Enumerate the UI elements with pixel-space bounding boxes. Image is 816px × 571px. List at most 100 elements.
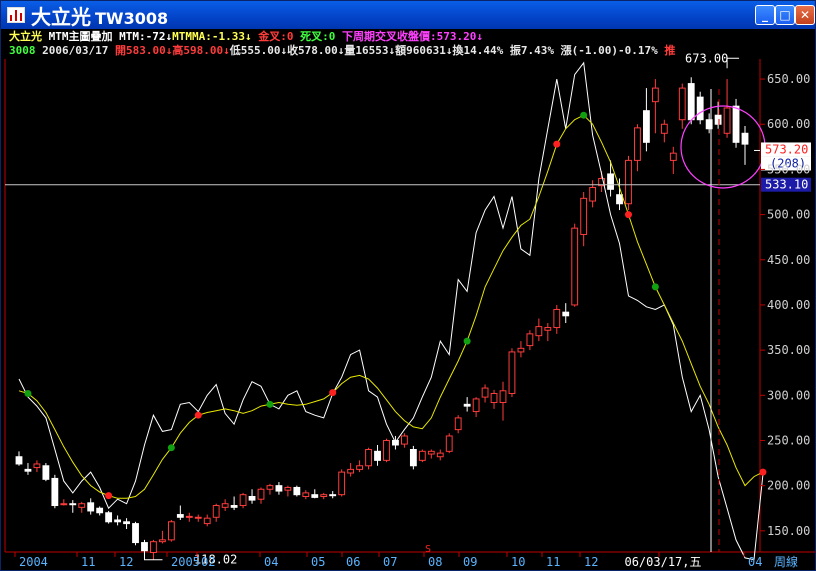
candle-body	[651, 87, 659, 103]
high-annotation-label: 673.00	[685, 51, 728, 65]
candle-body	[481, 387, 489, 398]
candle-body	[212, 505, 220, 518]
candle-body	[239, 494, 247, 507]
candle-body	[194, 516, 202, 519]
highlight-circle	[680, 105, 766, 189]
death-cross-marker	[553, 140, 561, 148]
candle-body	[723, 107, 731, 134]
candle-body	[544, 327, 552, 331]
x-tick-label: 2005	[171, 555, 200, 569]
candle-body	[150, 541, 157, 554]
candle-body	[714, 114, 722, 125]
candle-body	[24, 468, 32, 472]
candle-body	[696, 96, 704, 121]
candle-body	[105, 512, 113, 523]
candle-body	[374, 450, 381, 461]
death-cross-marker	[624, 211, 632, 219]
candle-body	[607, 173, 614, 190]
golden-cross-marker	[266, 400, 274, 408]
candle-body	[580, 197, 588, 235]
candle-body	[248, 495, 256, 501]
candle-body	[427, 450, 435, 455]
y-tick-label: 450.00	[767, 253, 810, 267]
candle-body	[400, 435, 408, 445]
candlestick-chart[interactable]: 573.20(208)533.10673.00118.02S 650.00600…	[1, 1, 815, 570]
golden-cross-marker	[463, 337, 471, 345]
candle-body	[338, 471, 346, 496]
golden-cross-marker	[167, 444, 175, 452]
y-tick-label: 500.00	[767, 208, 810, 222]
candle-body	[454, 417, 462, 431]
candle-body	[78, 503, 86, 508]
candle-body	[490, 392, 498, 404]
x-tick-label: 06/03/17,五	[624, 555, 701, 569]
candle-body	[158, 539, 166, 543]
event-marker: S	[425, 544, 431, 555]
x-tick-label: 05	[311, 555, 325, 569]
x-tick-label: 12	[119, 555, 133, 569]
x-tick-label: 10	[511, 555, 525, 569]
golden-cross-marker	[651, 283, 659, 291]
y-tick-label: 550.00	[767, 162, 810, 176]
candle-body	[266, 485, 274, 490]
candle-body	[221, 503, 229, 508]
candle-body	[347, 468, 355, 474]
period-label: 周線	[774, 554, 798, 569]
candle-body	[132, 523, 139, 544]
x-tick-label: 06	[346, 555, 360, 569]
candle-body	[409, 449, 417, 467]
candle-body	[616, 194, 623, 205]
candle-body	[499, 390, 507, 404]
candle-body	[230, 505, 238, 508]
y-tick-label: 200.00	[767, 479, 810, 493]
y-tick-label: 350.00	[767, 343, 810, 357]
candle-body	[176, 514, 184, 518]
candle-body	[535, 326, 543, 337]
x-tick-label: 04	[264, 555, 278, 569]
candle-body	[293, 486, 301, 496]
candle-body	[445, 435, 453, 452]
candle-body	[383, 439, 390, 461]
candle-body	[141, 542, 148, 552]
candle-body	[311, 494, 319, 498]
x-tick-label: 11	[546, 555, 560, 569]
candle-body	[284, 486, 292, 491]
candle-body	[562, 311, 570, 317]
candle-body	[167, 521, 175, 541]
death-cross-marker	[105, 492, 113, 500]
candle-body	[732, 105, 740, 143]
death-cross-marker	[329, 389, 337, 397]
candle-body	[33, 463, 41, 469]
candle-body	[329, 494, 337, 497]
price-marker-label: 573.20	[765, 142, 808, 156]
candle-body	[302, 492, 310, 497]
candle-body	[365, 449, 372, 467]
candle-body	[114, 519, 122, 523]
candle-body	[517, 347, 525, 353]
y-tick-label: 600.00	[767, 117, 810, 131]
y-tick-label: 150.00	[767, 524, 810, 538]
candle-body	[463, 403, 471, 407]
x-tick-label: 07	[383, 555, 397, 569]
x-tick-label: 02	[201, 555, 215, 569]
x-tick-label: 11	[81, 555, 95, 569]
candle-body	[275, 485, 283, 492]
x-tick-label: 08	[428, 555, 442, 569]
candle-body	[589, 186, 597, 202]
candle-body	[526, 333, 534, 347]
x-tick-label: 12	[584, 555, 598, 569]
y-tick-label: 650.00	[767, 72, 810, 86]
golden-cross-marker	[24, 389, 32, 397]
candle-body	[51, 477, 59, 507]
candle-body	[69, 503, 77, 506]
candle-body	[436, 452, 444, 458]
mtmma-line	[18, 114, 764, 499]
candle-body	[203, 517, 211, 525]
death-cross-marker	[759, 468, 767, 476]
mtm-line	[18, 61, 764, 561]
x-tick-label: 2004	[19, 555, 48, 569]
candle-body	[642, 110, 650, 143]
y-tick-label: 300.00	[767, 388, 810, 402]
candle-body	[678, 87, 686, 121]
candle-body	[87, 502, 95, 512]
